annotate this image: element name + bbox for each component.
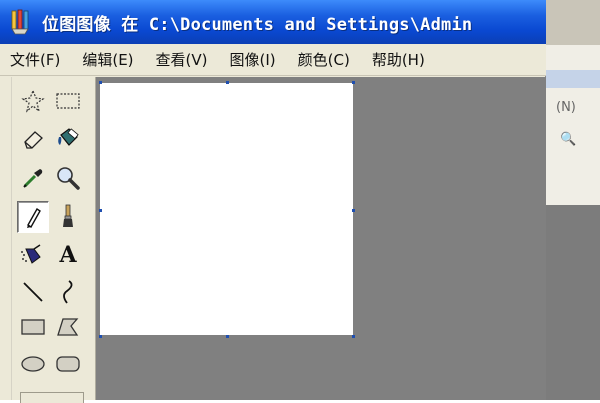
paint-window: 位图图像 在 C:\Documents and Settings\Admin 文… [0, 0, 546, 403]
window-title: 位图图像 在 C:\Documents and Settings\Admin [42, 14, 473, 35]
menu-help[interactable]: 帮助(H) [372, 49, 425, 70]
menu-view[interactable]: 查看(V) [156, 49, 208, 70]
resize-handle-left [99, 209, 102, 212]
background-selection [546, 70, 600, 88]
rect-select-icon [56, 93, 80, 109]
tool-airbrush[interactable] [18, 240, 48, 270]
rounded-rect-icon [56, 356, 80, 372]
brush-icon [63, 204, 73, 227]
resize-handle-bottom-left [99, 335, 102, 338]
polygon-icon [57, 318, 79, 336]
airbrush-icon [21, 244, 41, 264]
ellipse-icon [21, 356, 45, 372]
background-search-icon: 🔍 [560, 132, 577, 147]
menu-bar: 文件(F) 编辑(E) 查看(V) 图像(I) 颜色(C) 帮助(H) [0, 44, 546, 76]
canvas-workspace [96, 77, 546, 400]
paint-app-icon [8, 8, 34, 36]
tool-rounded-rect[interactable] [53, 349, 83, 379]
menu-colors[interactable]: 颜色(C) [298, 49, 350, 70]
fill-bucket-icon [58, 128, 79, 146]
background-window: (N) 🔍 [546, 0, 600, 400]
tool-polygon[interactable] [53, 312, 83, 342]
menu-edit[interactable]: 编辑(E) [82, 49, 133, 70]
background-panel [546, 205, 600, 400]
free-select-icon [21, 89, 45, 113]
color-picker-icon [23, 169, 43, 188]
tool-free-select[interactable] [18, 86, 48, 116]
tool-rect-select[interactable] [53, 86, 83, 116]
tool-line[interactable] [18, 277, 48, 307]
menu-file[interactable]: 文件(F) [10, 49, 60, 70]
resize-handle-top-left [99, 81, 102, 84]
tool-text[interactable]: A [53, 240, 83, 270]
eraser-icon [24, 131, 43, 149]
tool-magnifier[interactable] [53, 163, 83, 193]
tool-pencil[interactable] [17, 201, 49, 233]
tool-eraser[interactable] [18, 124, 48, 154]
rectangle-icon [21, 319, 45, 335]
toolbox: A [0, 77, 96, 403]
curve-icon [63, 280, 73, 304]
resize-handle-top-right [352, 81, 355, 84]
resize-handle-bottom-right[interactable] [352, 335, 355, 338]
resize-handle-top [226, 81, 229, 84]
tool-fill[interactable] [53, 124, 83, 154]
pencil-icon [27, 207, 41, 229]
menu-image[interactable]: 图像(I) [230, 49, 276, 70]
line-icon [23, 282, 43, 302]
title-bar[interactable]: 位图图像 在 C:\Documents and Settings\Admin [0, 0, 546, 44]
tool-color-picker[interactable] [18, 163, 48, 193]
drawing-canvas[interactable] [100, 83, 353, 335]
tool-curve[interactable] [53, 277, 83, 307]
background-icon: (N) [556, 100, 576, 115]
tool-options-box[interactable] [20, 392, 84, 403]
resize-handle-bottom[interactable] [226, 335, 229, 338]
text-icon: A [59, 242, 77, 268]
tool-rectangle[interactable] [18, 312, 48, 342]
resize-handle-right[interactable] [352, 209, 355, 212]
magnifier-icon [57, 167, 80, 190]
tool-brush[interactable] [53, 201, 83, 231]
tool-ellipse[interactable] [18, 349, 48, 379]
background-toolbar [546, 0, 600, 45]
